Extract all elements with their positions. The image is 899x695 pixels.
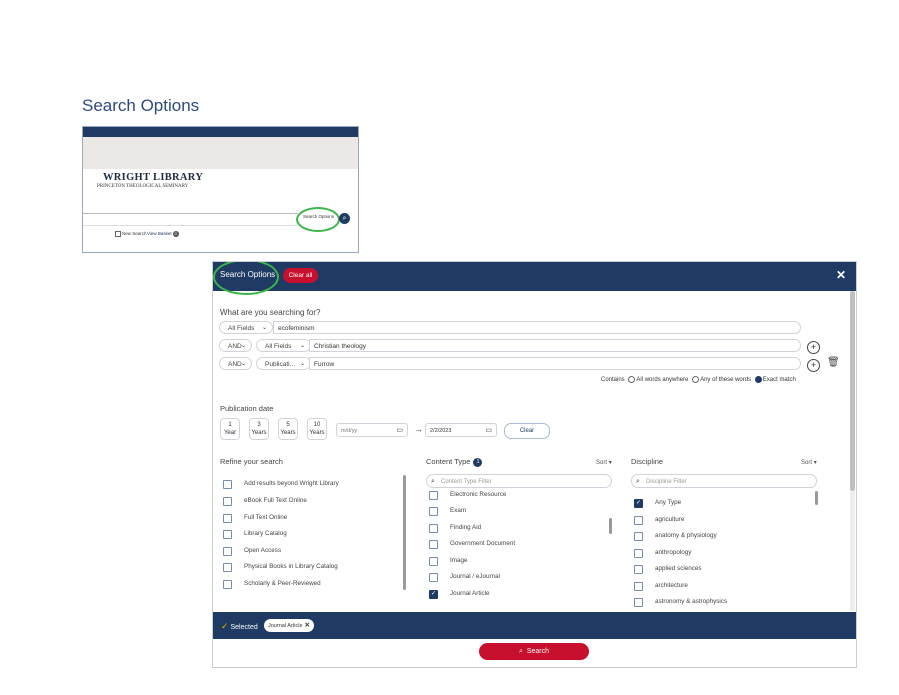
search-options-modal: Search Options Clear all ✕ What are you …: [212, 261, 857, 668]
content-type-count-badge: 1: [473, 457, 483, 467]
selected-label: ✓ Selected: [221, 621, 258, 631]
date-clear-button[interactable]: Clear: [504, 423, 550, 439]
content-type-filter-input[interactable]: ⌕ Content Type Filter: [426, 474, 612, 488]
thumbnail-search-input[interactable]: [83, 213, 298, 226]
date-to-input[interactable]: 2/2/2023 ▭: [425, 423, 497, 437]
checkbox[interactable]: [223, 547, 232, 556]
checkbox-checked[interactable]: ✓: [429, 590, 438, 599]
query-input-2[interactable]: Christian theology: [309, 339, 801, 352]
thumbnail-banner: [83, 137, 358, 169]
discipline-list: ✓ Any Type agriculture anatomy & physiolo…: [631, 490, 821, 608]
query-input-1[interactable]: ecofeminism: [273, 321, 801, 334]
year-button-5[interactable]: 5 Years: [278, 418, 298, 440]
operator-select-2[interactable]: AND ⌄: [219, 339, 252, 352]
thumbnail-search-icon[interactable]: ⌕: [339, 213, 350, 224]
year-button-10[interactable]: 10 Years: [307, 418, 327, 440]
chevron-down-icon: ⌄: [299, 343, 305, 349]
modal-header: Search Options Clear all ✕: [213, 262, 856, 295]
radio-all-words[interactable]: [628, 376, 636, 383]
clear-all-button[interactable]: Clear all: [283, 268, 318, 283]
checkbox[interactable]: [634, 516, 643, 525]
checkbox[interactable]: [223, 563, 232, 572]
query-input-3[interactable]: Furrow: [309, 357, 801, 370]
content-type-scrollbar[interactable]: [609, 518, 612, 534]
checkbox-checked[interactable]: ✓: [634, 499, 643, 508]
checkbox[interactable]: [223, 497, 232, 506]
field-select-3[interactable]: Publicati... ⌄: [256, 357, 311, 370]
library-name: WRIGHT LIBRARY: [103, 172, 204, 183]
search-icon: ⌕: [519, 648, 523, 655]
checkmark-icon: ✓: [221, 621, 229, 631]
checkbox[interactable]: [429, 491, 438, 500]
match-options: Contains All words anywhere Any of these…: [601, 376, 796, 384]
checkbox[interactable]: [634, 532, 643, 541]
checkbox[interactable]: [223, 530, 232, 539]
chevron-down-icon: ⌄: [299, 361, 305, 367]
highlight-circle: [296, 207, 340, 232]
trash-icon[interactable]: 🗑: [827, 357, 840, 368]
calendar-icon[interactable]: ▭: [396, 424, 403, 438]
search-icon: ⌕: [431, 478, 435, 485]
discipline-scrollbar[interactable]: [815, 491, 818, 505]
radio-any-words[interactable]: [692, 376, 700, 383]
chevron-down-icon: ⌄: [240, 361, 246, 367]
checkbox[interactable]: [223, 514, 232, 523]
year-button-3[interactable]: 3 Years: [249, 418, 269, 440]
checkbox[interactable]: [429, 573, 438, 582]
thumbnail-top-bar: [83, 127, 358, 137]
content-type-list: Electronic Resource Exam Finding Aid Gov…: [426, 490, 616, 608]
year-button-1[interactable]: 1 Year: [220, 418, 240, 440]
highlight-circle: [213, 262, 279, 295]
selected-chip[interactable]: Journal Article ✕: [264, 619, 314, 632]
library-homepage-thumbnail: WRIGHT LIBRARY PRINCETON THEOLOGICAL SEM…: [82, 126, 359, 253]
search-icon: ⌕: [636, 478, 640, 485]
checkbox[interactable]: [429, 557, 438, 566]
selected-bar: ✓ Selected Journal Article ✕: [213, 612, 856, 639]
new-search-checkbox[interactable]: New Search: [115, 231, 147, 237]
add-row-icon[interactable]: +: [807, 359, 820, 372]
field-select-2[interactable]: All Fields ⌄: [256, 339, 311, 352]
checkbox[interactable]: [429, 540, 438, 549]
arrow-right-icon: →: [414, 424, 423, 434]
document-heading: Search Options: [82, 96, 200, 115]
refine-heading: Refine your search: [220, 457, 283, 466]
refine-scrollbar[interactable]: [403, 475, 406, 590]
checkbox[interactable]: [429, 507, 438, 516]
publication-date-heading: Publication date: [220, 404, 274, 413]
content-type-sort[interactable]: Sort ▾: [596, 459, 612, 466]
add-row-icon[interactable]: +: [807, 341, 820, 354]
chevron-down-icon: ⌄: [240, 343, 246, 349]
close-icon[interactable]: ✕: [836, 268, 846, 282]
checkbox[interactable]: [634, 565, 643, 574]
chevron-down-icon: ⌄: [261, 325, 267, 331]
caret-down-icon: ▾: [608, 460, 612, 466]
checkbox[interactable]: [223, 580, 232, 589]
view-basket-link[interactable]: View Basket 0: [147, 231, 179, 237]
radio-exact-match[interactable]: [754, 376, 762, 383]
discipline-heading: Discipline: [631, 457, 664, 466]
checkbox[interactable]: [634, 582, 643, 591]
checkbox[interactable]: [634, 549, 643, 558]
modal-scrollbar[interactable]: [850, 291, 855, 611]
caret-down-icon: ▾: [813, 460, 817, 466]
operator-select-3[interactable]: AND ⌄: [219, 357, 252, 370]
calendar-icon[interactable]: ▭: [485, 424, 492, 438]
date-from-input[interactable]: m/d/yy ▭: [336, 423, 408, 437]
checkbox[interactable]: [634, 598, 643, 607]
field-select-1[interactable]: All Fields ⌄: [219, 321, 273, 334]
basket-count-badge: 0: [172, 231, 179, 237]
discipline-sort[interactable]: Sort ▾: [801, 459, 817, 466]
query-heading: What are you searching for?: [220, 308, 321, 317]
scrollbar-thumb[interactable]: [850, 291, 855, 491]
library-subtitle: PRINCETON THEOLOGICAL SEMINARY: [97, 184, 189, 189]
checkbox-icon: [115, 231, 121, 237]
search-button[interactable]: ⌕ Search: [479, 643, 589, 660]
content-type-heading: Content Type 1: [426, 457, 483, 467]
discipline-filter-input[interactable]: ⌕ Discipline Filter: [631, 474, 817, 488]
remove-chip-icon[interactable]: ✕: [305, 622, 310, 629]
checkbox[interactable]: [223, 480, 232, 489]
checkbox[interactable]: [429, 524, 438, 533]
